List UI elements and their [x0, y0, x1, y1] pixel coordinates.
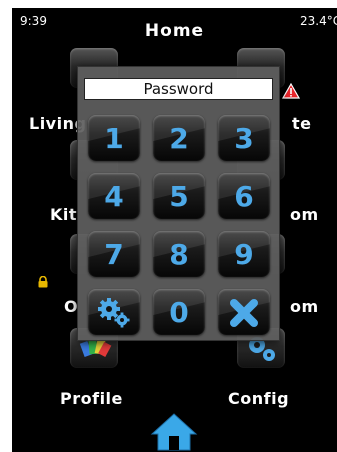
- config-tile-label[interactable]: Config: [228, 389, 289, 408]
- lock-icon: [38, 276, 48, 288]
- key-2[interactable]: 2: [153, 115, 205, 161]
- right-tile-1-label[interactable]: te: [292, 114, 312, 133]
- right-tile-2-label[interactable]: om: [290, 205, 319, 224]
- key-0[interactable]: 0: [153, 289, 205, 335]
- settings-key[interactable]: [88, 289, 140, 335]
- kitchen-tile-label[interactable]: Kit: [50, 205, 77, 224]
- left-tile-3-label[interactable]: O: [64, 297, 78, 316]
- cancel-key[interactable]: [218, 289, 270, 335]
- profile-tile-label[interactable]: Profile: [60, 389, 123, 408]
- close-icon: [230, 299, 258, 327]
- right-tile-3-label[interactable]: om: [290, 297, 319, 316]
- key-3[interactable]: 3: [218, 115, 270, 161]
- warning-icon: [282, 83, 300, 99]
- home-icon[interactable]: [150, 412, 198, 452]
- key-6[interactable]: 6: [218, 173, 270, 219]
- key-8[interactable]: 8: [153, 231, 205, 277]
- status-temperature: 23.4°C: [300, 14, 337, 28]
- key-5[interactable]: 5: [153, 173, 205, 219]
- page-title: Home: [144, 21, 205, 41]
- home-screen: 9:39 Home 23.4°C Living te Kit om O om P…: [12, 8, 337, 452]
- password-keypad: Password 1 2 3 4 5 6 7 8 9 0: [77, 66, 280, 341]
- key-7[interactable]: 7: [88, 231, 140, 277]
- key-1[interactable]: 1: [88, 115, 140, 161]
- gears-icon: [98, 298, 130, 328]
- key-9[interactable]: 9: [218, 231, 270, 277]
- password-field[interactable]: Password: [84, 78, 273, 100]
- key-4[interactable]: 4: [88, 173, 140, 219]
